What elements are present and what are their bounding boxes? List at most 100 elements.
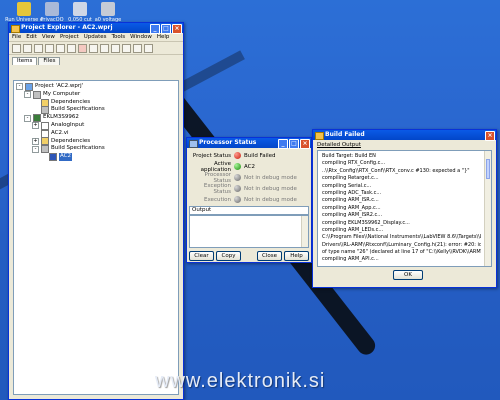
tree-node[interactable]: - Build Specifications <box>16 145 176 154</box>
output-line: Build Target: Build EN <box>322 153 376 159</box>
shortcut-icon <box>101 2 115 16</box>
output-line: compiling ARM_LEDs.c... <box>322 226 384 233</box>
minimize-button[interactable]: _ <box>150 24 160 34</box>
copy-button[interactable]: Copy <box>216 251 241 261</box>
expand-toggle-icon[interactable]: - <box>16 83 23 91</box>
menu-bar: File Edit View Project Updates Tools Window Hel… <box>9 33 183 42</box>
minimize-button[interactable]: _ <box>278 139 288 149</box>
menu-item-help[interactable]: Help <box>157 33 170 41</box>
project-explorer-titlebar[interactable]: Project Explorer - AC2.wprj _ □ × <box>9 23 183 34</box>
new-icon[interactable] <box>12 43 21 53</box>
build-failed-dialog: Build Failed × Detailed Output Build Tar… <box>312 129 497 288</box>
tree-node-label: Dependencies <box>51 137 91 144</box>
processor-status-title: Processor Status <box>199 139 257 146</box>
build-failed-titlebar[interactable]: Build Failed × <box>313 130 496 141</box>
menu-item-updates[interactable]: Updates <box>84 33 107 41</box>
paste-icon[interactable] <box>67 43 76 53</box>
tree-node-label: AC2 <box>59 153 73 161</box>
shortcut-icon <box>73 2 87 16</box>
status-value: Build Failed <box>244 152 276 159</box>
tab-items[interactable]: Items <box>12 57 38 65</box>
stop-icon[interactable] <box>122 43 131 53</box>
output-line: compiling ARM_App.c... <box>322 204 381 211</box>
close-button[interactable]: × <box>172 24 182 34</box>
shortcut-icon <box>17 2 31 16</box>
tree-node[interactable]: - EKLM3S9962 <box>16 114 176 123</box>
expand-toggle-icon[interactable]: - <box>24 114 31 122</box>
tree-node[interactable]: Dependencies <box>16 98 176 107</box>
tree-node-label: AnalogInput <box>51 121 85 128</box>
status-row: Active application AC2 <box>187 161 311 173</box>
tree-node[interactable]: + AnalogInput <box>16 121 176 130</box>
tree-node-label: My Computer <box>43 90 81 97</box>
detailed-output-textarea[interactable]: Build Target: Build EN compiling RTX_Conf… <box>317 150 492 267</box>
shortcut-icon <box>45 2 59 16</box>
help-button[interactable]: Help <box>284 251 309 261</box>
expand-toggle-icon[interactable]: + <box>32 122 39 130</box>
status-light-icon <box>234 196 241 203</box>
output-section: Output <box>189 206 309 248</box>
tree-node[interactable]: - Project 'AC2.wprj' <box>16 82 176 91</box>
menu-item-tools[interactable]: Tools <box>112 33 126 41</box>
project-explorer-window: Project Explorer - AC2.wprj _ □ × File Ed… <box>8 22 184 400</box>
close-button[interactable]: × <box>485 131 495 141</box>
desktop-shortcut[interactable]: a0 voltage <box>86 2 130 23</box>
output-line: compiling EKLM3S9962_Display.c... <box>322 219 410 226</box>
tree-node[interactable]: + Dependencies <box>16 137 176 146</box>
output-line: compiling Retarget.c... <box>322 175 379 182</box>
tab-files[interactable]: Files <box>38 57 61 65</box>
tree-node[interactable]: - My Computer <box>16 90 176 99</box>
warning-icon <box>315 132 324 140</box>
detailed-output-scrollbar[interactable] <box>484 151 491 266</box>
tree-node[interactable]: Build Specifications <box>16 106 176 115</box>
status-label: Execution <box>204 196 231 203</box>
fold-icon <box>41 137 49 146</box>
view-tabs: Items Files <box>9 55 183 65</box>
output-line: compiling Serial.c... <box>322 182 372 189</box>
maximize-button[interactable]: □ <box>289 139 299 149</box>
output-textarea[interactable] <box>189 215 309 248</box>
build-icon[interactable] <box>89 43 98 53</box>
tree-node[interactable]: AC2 <box>16 153 176 162</box>
close-button[interactable]: Close <box>257 251 282 261</box>
target-icon <box>49 153 57 162</box>
output-line: compiling ARM_ISR2.c... <box>322 212 383 219</box>
tree-node[interactable]: AC2.vi <box>16 129 176 138</box>
debug-icon[interactable] <box>111 43 120 53</box>
run-icon[interactable] <box>100 43 109 53</box>
status-light-icon <box>234 174 241 181</box>
menu-item-project[interactable]: Project <box>60 33 79 41</box>
expand-toggle-icon[interactable]: + <box>32 137 39 145</box>
tree-node-label: AC2.vi <box>51 129 69 136</box>
chip-icon <box>33 114 41 123</box>
ok-button[interactable]: OK <box>393 270 423 280</box>
output-line: of type name "26" (declared at line 17 o… <box>322 249 481 256</box>
chip-icon <box>189 140 198 148</box>
menu-item-view[interactable]: View <box>42 33 55 41</box>
cut-icon[interactable] <box>45 43 54 53</box>
expand-toggle-icon[interactable]: - <box>32 145 39 153</box>
settings-icon[interactable] <box>133 43 142 53</box>
output-line: C:\\Program Files\\National Instruments\… <box>322 234 481 241</box>
menu-item-edit[interactable]: Edit <box>26 33 37 41</box>
status-value: Not in debug mode <box>244 174 297 181</box>
maximize-button[interactable]: □ <box>161 24 171 34</box>
toolbar <box>9 42 183 55</box>
menu-item-file[interactable]: File <box>12 33 21 41</box>
menu-item-window[interactable]: Window <box>130 33 152 41</box>
cfg-icon <box>41 106 49 115</box>
expand-toggle-icon[interactable]: - <box>24 91 31 99</box>
copy-icon[interactable] <box>56 43 65 53</box>
processor-status-titlebar[interactable]: Processor Status _ □ × <box>187 138 311 149</box>
properties-icon[interactable] <box>144 43 153 53</box>
close-button[interactable]: × <box>300 139 310 149</box>
output-scrollbar[interactable] <box>301 216 308 247</box>
delete-icon[interactable] <box>78 43 87 53</box>
open-folder-icon[interactable] <box>23 43 32 53</box>
processor-status-buttons: Clear Copy Close Help <box>189 251 309 261</box>
file-icon <box>41 121 49 130</box>
status-row: Execution Not in debug mode <box>187 194 311 205</box>
status-value: Not in debug mode <box>244 185 297 192</box>
clear-button[interactable]: Clear <box>189 251 214 261</box>
save-icon[interactable] <box>34 43 43 53</box>
